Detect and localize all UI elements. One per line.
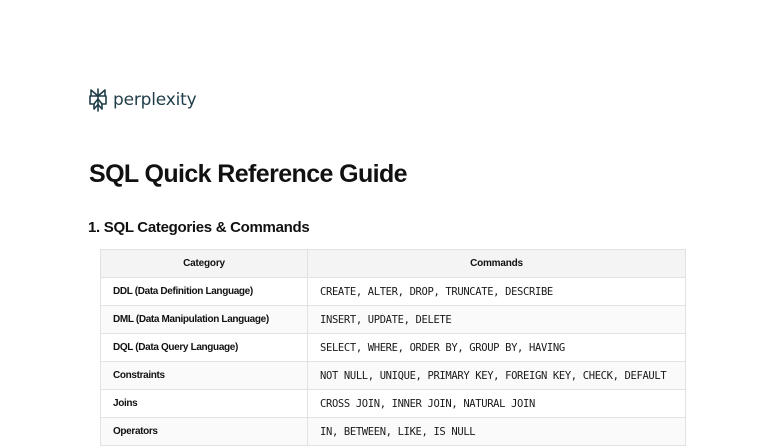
commands-cell: CROSS JOIN, INNER JOIN, NATURAL JOIN bbox=[307, 389, 686, 418]
column-header-commands: Commands bbox=[307, 249, 686, 278]
category-cell: DDL (Data Definition Language) bbox=[100, 277, 308, 306]
sql-reference-table: Category Commands DDL (Data Definition L… bbox=[100, 249, 686, 446]
section-heading-sql-categories: 1. SQL Categories & Commands bbox=[88, 219, 310, 236]
commands-cell: IN, BETWEEN, LIKE, IS NULL bbox=[307, 417, 686, 446]
commands-cell: SELECT, WHERE, ORDER BY, GROUP BY, HAVIN… bbox=[307, 333, 686, 362]
table-row: DML (Data Manipulation Language) INSERT,… bbox=[100, 305, 686, 334]
commands-cell: NOT NULL, UNIQUE, PRIMARY KEY, FOREIGN K… bbox=[307, 361, 686, 390]
table-row: Joins CROSS JOIN, INNER JOIN, NATURAL JO… bbox=[100, 389, 686, 418]
table-row: Constraints NOT NULL, UNIQUE, PRIMARY KE… bbox=[100, 361, 686, 390]
table-row: Operators IN, BETWEEN, LIKE, IS NULL bbox=[100, 417, 686, 446]
category-cell: Operators bbox=[100, 417, 308, 446]
table-header-row: Category Commands bbox=[100, 249, 686, 278]
column-header-category: Category bbox=[100, 249, 308, 278]
category-cell: DML (Data Manipulation Language) bbox=[100, 305, 308, 334]
category-cell: Constraints bbox=[100, 361, 308, 390]
category-cell: DQL (Data Query Language) bbox=[100, 333, 308, 362]
perplexity-logo-icon bbox=[89, 88, 107, 112]
document-title: SQL Quick Reference Guide bbox=[89, 160, 408, 188]
brand-logo: perplexity bbox=[88, 88, 197, 112]
table-row: DQL (Data Query Language) SELECT, WHERE,… bbox=[100, 333, 686, 362]
commands-cell: INSERT, UPDATE, DELETE bbox=[307, 305, 686, 334]
table-row: DDL (Data Definition Language) CREATE, A… bbox=[100, 277, 686, 306]
category-cell: Joins bbox=[100, 389, 308, 418]
commands-cell: CREATE, ALTER, DROP, TRUNCATE, DESCRIBE bbox=[307, 277, 686, 306]
logo-wordmark: perplexity bbox=[113, 90, 197, 110]
